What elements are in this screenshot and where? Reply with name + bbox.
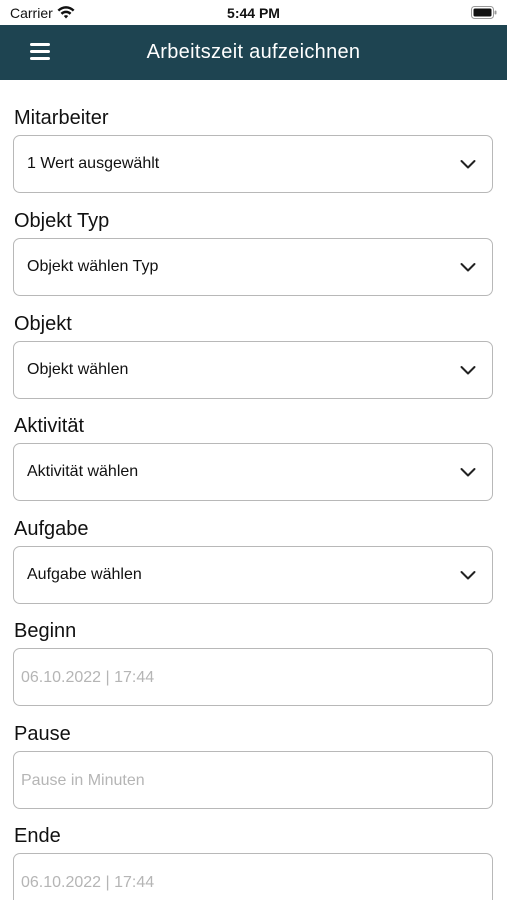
pause-label: Pause	[14, 723, 71, 745]
aufgabe-select[interactable]: Aufgabe wählen	[13, 546, 493, 604]
status-bar: Carrier 5:44 PM	[0, 0, 507, 25]
ende-placeholder: 06.10.2022 | 17:44	[21, 874, 155, 891]
objekt-typ-select-value: Objekt wählen Typ	[27, 258, 159, 275]
mitarbeiter-select[interactable]: 1 Wert ausgewählt	[13, 135, 493, 193]
chevron-down-icon	[460, 366, 476, 375]
battery-icon	[471, 6, 497, 19]
beginn-label: Beginn	[14, 620, 77, 642]
beginn-input[interactable]: 06.10.2022 | 17:44	[13, 648, 493, 706]
ende-label: Ende	[14, 825, 61, 847]
mitarbeiter-label: Mitarbeiter	[14, 107, 109, 129]
chevron-down-icon	[460, 571, 476, 580]
pause-input[interactable]: Pause in Minuten	[13, 751, 493, 809]
objekt-typ-select[interactable]: Objekt wählen Typ	[13, 238, 493, 296]
aktivitaet-label: Aktivität	[14, 415, 85, 437]
aktivitaet-select[interactable]: Aktivität wählen	[13, 443, 493, 501]
objekt-label: Objekt	[14, 313, 72, 335]
pause-placeholder: Pause in Minuten	[21, 772, 145, 789]
page-title: Arbeitszeit aufzeichnen	[146, 41, 361, 63]
objekt-select-value: Objekt wählen	[27, 361, 129, 378]
aktivitaet-select-value: Aktivität wählen	[27, 463, 139, 480]
aufgabe-label: Aufgabe	[14, 518, 89, 540]
chevron-down-icon	[460, 468, 476, 477]
app-header: Arbeitszeit aufzeichnen	[0, 25, 507, 80]
chevron-down-icon	[460, 160, 476, 169]
status-time: 5:44 PM	[227, 5, 280, 21]
ende-input[interactable]: 06.10.2022 | 17:44	[13, 853, 493, 900]
objekt-typ-label: Objekt Typ	[14, 210, 110, 232]
chevron-down-icon	[460, 263, 476, 272]
aufgabe-select-value: Aufgabe wählen	[27, 566, 142, 583]
mitarbeiter-select-value: 1 Wert ausgewählt	[27, 155, 160, 172]
objekt-select[interactable]: Objekt wählen	[13, 341, 493, 399]
beginn-placeholder: 06.10.2022 | 17:44	[21, 669, 155, 686]
